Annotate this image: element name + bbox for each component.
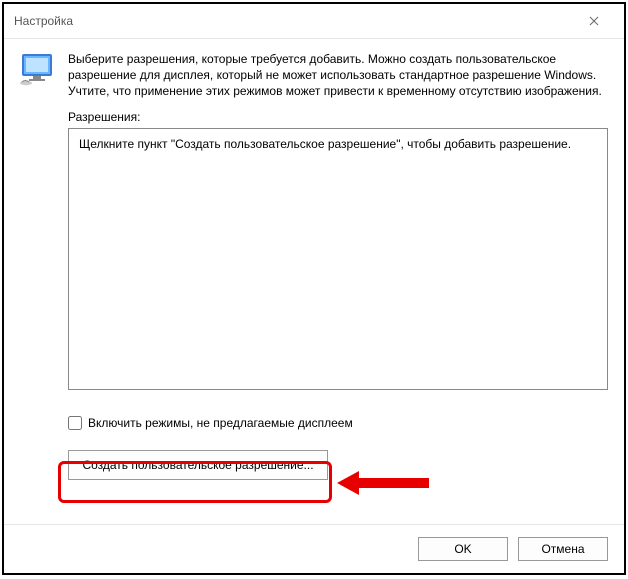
resolutions-listbox[interactable]: Щелкните пункт "Создать пользовательское… [68,128,608,390]
close-icon [589,16,599,26]
dialog-body: Выберите разрешения, которые требуется д… [4,39,624,524]
include-modes-label: Включить режимы, не предлагаемые дисплее… [88,416,353,430]
create-custom-resolution-button[interactable]: Создать пользовательское разрешение... [68,450,328,480]
include-modes-checkbox[interactable] [68,416,82,430]
content-area: Разрешения: Щелкните пункт "Создать поль… [68,110,608,512]
checkbox-row: Включить режимы, не предлагаемые дисплее… [68,416,608,430]
intro-text: Выберите разрешения, которые требуется д… [68,51,608,100]
close-button[interactable] [574,10,614,32]
listbox-placeholder: Щелкните пункт "Создать пользовательское… [79,137,571,151]
resolutions-label: Разрешения: [68,110,608,124]
monitor-icon [20,51,56,87]
window-title: Настройка [14,14,73,28]
cancel-button[interactable]: Отмена [518,537,608,561]
settings-dialog: Настройка Выберите разрешения, [2,2,626,575]
titlebar: Настройка [4,4,624,39]
dialog-footer: OK Отмена [4,524,624,573]
intro-section: Выберите разрешения, которые требуется д… [20,51,608,100]
ok-button[interactable]: OK [418,537,508,561]
